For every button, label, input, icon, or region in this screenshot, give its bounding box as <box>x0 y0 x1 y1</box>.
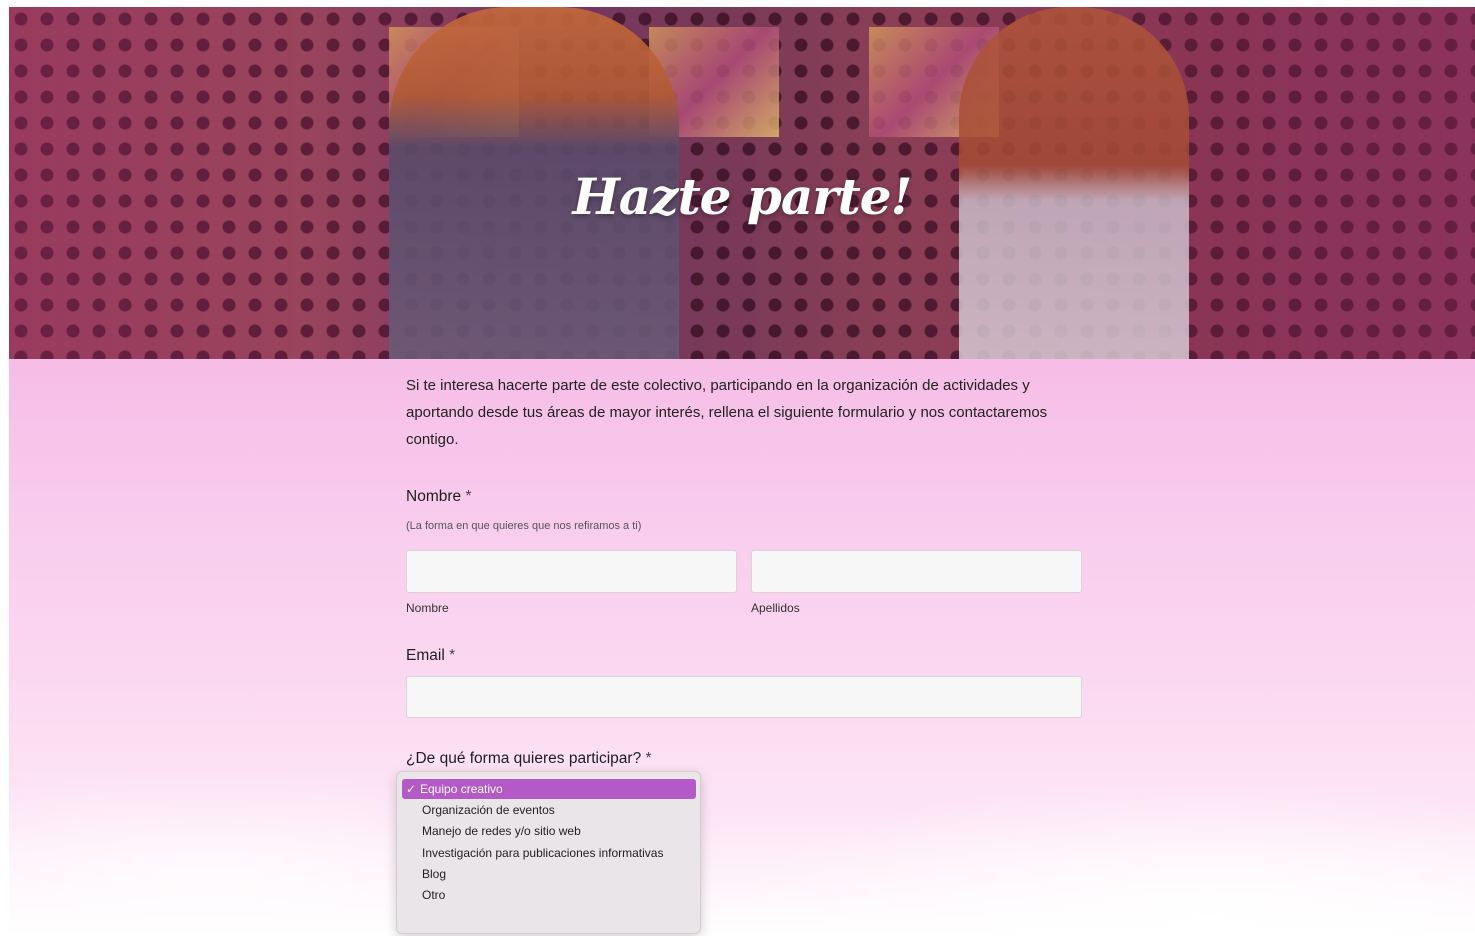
dropdown-option-equipo-creativo[interactable]: ✓ Equipo creativo <box>402 779 696 799</box>
first-name-sublabel: Nombre <box>406 601 449 615</box>
intro-text: Si te interesa hacerte parte de este col… <box>406 377 1048 448</box>
hero-title: Hazte parte! <box>572 167 913 226</box>
participation-dropdown[interactable]: ✓ Equipo creativo Organización de eventos… <box>396 771 701 934</box>
first-name-input[interactable] <box>406 550 737 593</box>
dropdown-option-blog[interactable]: Blog <box>402 864 696 884</box>
email-field[interactable] <box>406 676 1082 718</box>
dropdown-option-investigacion[interactable]: Investigación para publicaciones informa… <box>402 843 696 863</box>
nombre-label: Nombre * <box>406 488 472 505</box>
email-label: Email * <box>406 647 456 664</box>
last-name-sublabel: Apellidos <box>751 601 800 615</box>
nombre-hint: (La forma en que quieres que nos refiram… <box>406 520 642 532</box>
hero-banner: Hazte parte! <box>9 7 1475 359</box>
last-name-input[interactable] <box>751 550 1082 593</box>
participate-label: ¿De qué forma quieres participar? * <box>406 750 652 767</box>
dropdown-option-otro[interactable]: Otro <box>402 885 696 905</box>
checkmark-icon: ✓ <box>406 782 417 796</box>
dropdown-option-redes-sitio-web[interactable]: Manejo de redes y/o sitio web <box>402 821 696 841</box>
dropdown-option-organizacion-eventos[interactable]: Organización de eventos <box>402 800 696 820</box>
